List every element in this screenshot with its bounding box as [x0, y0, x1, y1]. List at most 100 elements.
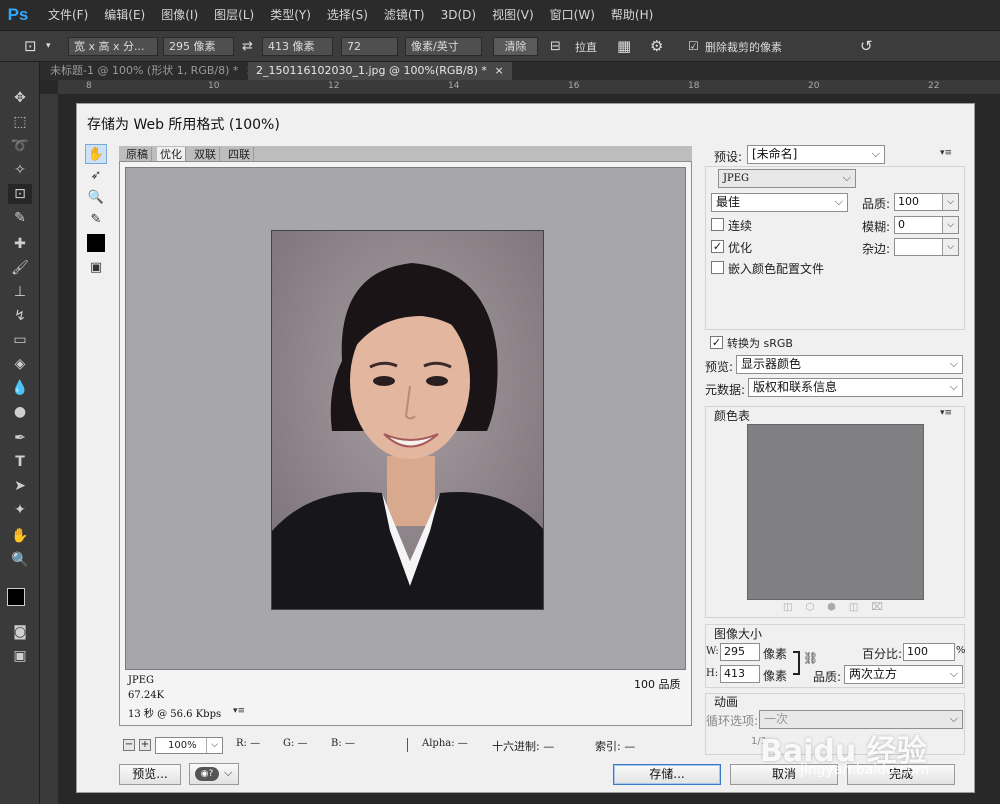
stamp-icon[interactable]: ⊥	[8, 282, 32, 302]
reset-icon[interactable]: ↺	[860, 38, 873, 55]
tab-4-up[interactable]: 四联	[225, 147, 254, 162]
save-button[interactable]: 存储...	[613, 764, 721, 785]
matte-dropdown-arrow[interactable]: ⌵	[942, 239, 958, 255]
zoom-dropdown-arrow[interactable]: ⌵	[206, 738, 222, 753]
blur-dropdown-arrow[interactable]: ⌵	[942, 217, 958, 233]
menu-filter[interactable]: 滤镜(T)	[376, 0, 433, 30]
tab-photo[interactable]: 2_150116102030_1.jpg @ 100%(RGB/8) * ×	[248, 62, 512, 80]
toggle-slices-icon[interactable]: ▣	[85, 258, 107, 278]
progressive-checkbox[interactable]	[711, 218, 724, 231]
loop-select[interactable]: 一次	[759, 710, 963, 729]
embed-profile-checkbox[interactable]	[711, 261, 724, 274]
image-preview[interactable]	[125, 167, 686, 670]
convert-srgb-checkbox[interactable]: ✓	[710, 336, 723, 349]
straighten-label[interactable]: 拉直	[575, 39, 597, 55]
preset-select[interactable]: [未命名]	[747, 145, 885, 164]
menu-select[interactable]: 选择(S)	[319, 0, 376, 30]
slice-select-icon[interactable]: ➶	[85, 166, 107, 186]
dodge-icon[interactable]: ●	[8, 402, 32, 422]
tab-optimized[interactable]: 优化	[157, 147, 186, 162]
file-format-select[interactable]: JPEG	[718, 169, 856, 188]
magic-wand-icon[interactable]: ✧	[8, 160, 32, 180]
horizontal-ruler: 8 10 12 14 16 18 20 22	[58, 80, 1000, 94]
paint-bucket-icon[interactable]: ◈	[8, 354, 32, 374]
resolution-unit-select[interactable]: 像素/英寸	[405, 37, 482, 56]
menu-type[interactable]: 类型(Y)	[262, 0, 319, 30]
tab-2-up[interactable]: 双联	[191, 147, 220, 162]
browser-select[interactable]: ◉? ⌵	[189, 763, 239, 785]
eyedropper-icon[interactable]: ✎	[85, 210, 107, 230]
quality-info: 100 品质	[634, 678, 681, 691]
brush-icon[interactable]: 🖌	[8, 258, 32, 278]
quality-dropdown-arrow[interactable]: ⌵	[942, 194, 958, 210]
grid-overlay-icon[interactable]: ▦	[617, 38, 631, 55]
crop-width-input[interactable]: 295 像素	[163, 37, 234, 56]
color-table-actions[interactable]: ◫⬡⬢◫⌧	[783, 602, 896, 613]
done-button[interactable]: 完成	[847, 764, 955, 785]
menu-view[interactable]: 视图(V)	[484, 0, 542, 30]
hand-tool-icon[interactable]: ✋	[85, 144, 107, 164]
blur-icon[interactable]: 💧	[8, 378, 32, 398]
lasso-tool-icon[interactable]: ➰	[8, 136, 32, 156]
preview-in-browser-button[interactable]: 预览...	[119, 764, 181, 785]
crop-icon[interactable]: ⊡	[24, 38, 37, 55]
eyedropper-icon[interactable]: ✎	[8, 208, 32, 228]
marquee-tool-icon[interactable]: ⬚	[8, 112, 32, 132]
menu-image[interactable]: 图像(I)	[153, 0, 206, 30]
percent-input[interactable]: 100	[903, 643, 955, 661]
ratio-select[interactable]: 宽 x 高 x 分...	[68, 37, 158, 56]
path-select-icon[interactable]: ➤	[8, 476, 32, 496]
preview-profile-select[interactable]: 显示器颜色	[736, 355, 963, 374]
menu-layer[interactable]: 图层(L)	[206, 0, 262, 30]
zoom-tool-icon[interactable]: 🔍	[8, 550, 32, 570]
hand-tool-icon[interactable]: ✋	[8, 526, 32, 546]
chevron-down-icon[interactable]: ▾	[46, 38, 51, 55]
menu-edit[interactable]: 编辑(E)	[96, 0, 153, 30]
menu-help[interactable]: 帮助(H)	[603, 0, 661, 30]
type-tool-icon[interactable]: T	[8, 452, 32, 472]
gear-icon[interactable]: ⚙	[650, 38, 663, 55]
delete-cropped-label[interactable]: 删除裁剪的像素	[705, 39, 782, 55]
healing-brush-icon[interactable]: ✚	[8, 234, 32, 254]
checkbox-checked-icon[interactable]: ☑	[688, 38, 699, 55]
resample-quality-select[interactable]: 两次立方	[844, 665, 963, 684]
zoom-in-button[interactable]: +	[139, 739, 151, 751]
height-input[interactable]: 413	[720, 665, 760, 683]
swap-icon[interactable]: ⇄	[242, 38, 253, 55]
screen-mode-icon[interactable]: ▣	[8, 646, 32, 666]
foreground-color-swatch[interactable]	[7, 588, 25, 606]
zoom-tool-icon[interactable]: 🔍	[85, 188, 107, 208]
save-for-web-dialog: 存储为 Web 所用格式 (100%) ✋ ➶ 🔍 ✎ ▣ 原稿 优化 双联 四…	[76, 103, 975, 793]
cancel-button[interactable]: 取消	[730, 764, 838, 785]
eyedropper-color-swatch[interactable]	[87, 234, 105, 252]
tab-original[interactable]: 原稿	[123, 147, 152, 162]
width-input[interactable]: 295	[720, 643, 760, 661]
download-speed-menu-icon[interactable]: ▾≡	[233, 706, 245, 716]
metadata-select[interactable]: 版权和联系信息	[748, 378, 963, 397]
zoom-out-button[interactable]: −	[123, 739, 135, 751]
crop-height-input[interactable]: 413 像素	[262, 37, 333, 56]
history-brush-icon[interactable]: ↯	[8, 306, 32, 326]
crop-tool-icon[interactable]: ⊡	[8, 184, 32, 204]
quality-preset-select[interactable]: 最佳	[711, 193, 848, 212]
straighten-icon[interactable]: ⊟	[550, 38, 561, 55]
menu-3d[interactable]: 3D(D)	[433, 0, 484, 30]
color-table-menu-icon[interactable]: ▾≡	[940, 408, 952, 418]
link-icon[interactable]: ⛓	[803, 651, 818, 665]
quick-mask-icon[interactable]: ◙	[8, 622, 32, 642]
optimized-checkbox[interactable]: ✓	[711, 240, 724, 253]
shape-tool-icon[interactable]: ✦	[8, 500, 32, 520]
portrait-photo	[271, 230, 544, 610]
move-tool-icon[interactable]: ✥	[8, 88, 32, 108]
hex-readout: 十六进制: —	[492, 740, 555, 753]
percent-unit: %	[956, 645, 966, 656]
tab-untitled[interactable]: 未标题-1 @ 100% (形状 1, RGB/8) * ×	[42, 62, 263, 80]
menu-window[interactable]: 窗口(W)	[542, 0, 603, 30]
pen-tool-icon[interactable]: ✒	[8, 428, 32, 448]
clear-button[interactable]: 清除	[493, 37, 538, 56]
resolution-input[interactable]: 72	[341, 37, 398, 56]
close-icon[interactable]: ×	[494, 64, 503, 77]
eraser-icon[interactable]: ▭	[8, 330, 32, 350]
menu-file[interactable]: 文件(F)	[40, 0, 96, 30]
optimize-menu-icon[interactable]: ▾≡	[940, 148, 952, 158]
